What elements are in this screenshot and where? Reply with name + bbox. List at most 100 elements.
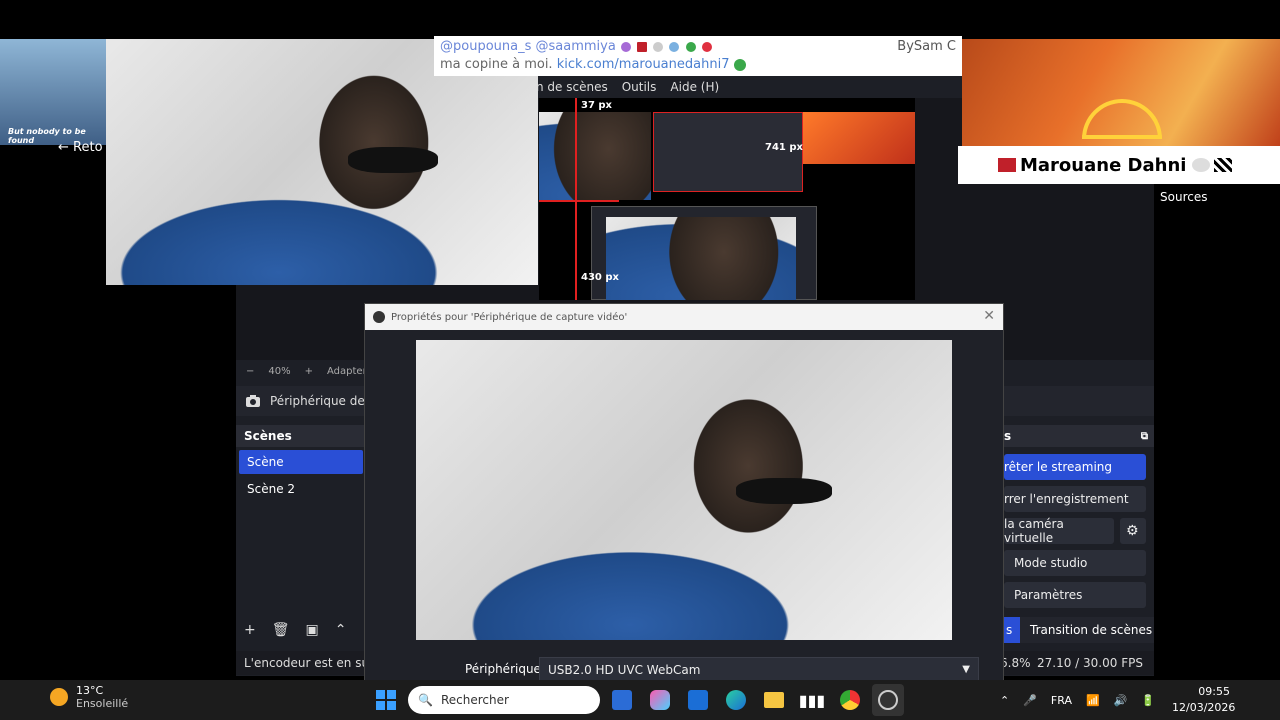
preview-canvas[interactable]: 37 px 741 px 430 px (539, 98, 915, 300)
zoom-in-button[interactable]: + (305, 366, 313, 377)
menu-help[interactable]: Aide (H) (670, 80, 719, 94)
folder-icon (764, 692, 784, 708)
add-scene-button[interactable]: + (244, 622, 256, 638)
copilot-icon (650, 690, 670, 710)
microphone-icon[interactable]: 🎤 (1023, 694, 1037, 707)
ruler-label-top: 37 px (581, 100, 613, 111)
taskbar: 13°C Ensoleillé 🔍 Rechercher ▮▮▮ ⌃ 🎤 FRA… (0, 680, 1280, 720)
dialog-title: Propriétés pour 'Périphérique de capture… (391, 311, 628, 323)
ring-icon (1192, 158, 1211, 172)
heart-icon (620, 41, 631, 52)
sunglasses-shape (736, 478, 832, 504)
undock-icon[interactable]: ⧉ (1141, 431, 1148, 442)
stop-streaming-button[interactable]: rêter le streaming (1004, 454, 1146, 480)
nested-dialog-webcam (606, 217, 796, 300)
sources-label: Sources (1160, 190, 1208, 204)
copilot-button[interactable] (644, 684, 676, 716)
transition-tabs: s Transition de scènes (1004, 617, 1154, 643)
ring-icon (653, 41, 664, 52)
app-square-icon (612, 690, 632, 710)
camera-icon (246, 395, 260, 407)
battery-icon[interactable]: 🔋 (1141, 694, 1155, 707)
chat-line-1: @poupouna_s @saammiya BySam C (440, 38, 956, 56)
video-thumb-topleft: But nobody to be found (0, 39, 106, 145)
chrome-button[interactable] (834, 684, 866, 716)
nested-webcam-feed (539, 112, 651, 200)
wifi-icon[interactable]: 📶 (1086, 694, 1100, 707)
red-guide-horizontal (539, 200, 619, 202)
file-explorer-button[interactable] (758, 684, 790, 716)
obs-icon (878, 690, 898, 710)
fps-readout: 27.10 / 30.00 FPS (1037, 656, 1143, 670)
start-recording-label: rrer l'enregistrement (1004, 492, 1129, 506)
chat-handles: @poupouna_s @saammiya (440, 39, 616, 54)
chevron-down-icon: ▼ (962, 664, 970, 675)
chat-suffix: BySam C (897, 39, 956, 54)
menu-scenes[interactable]: n de scènes (536, 80, 608, 94)
edge-button[interactable] (720, 684, 752, 716)
chat-link[interactable]: kick.com/marouanedahni7 (557, 57, 730, 72)
zoom-out-button[interactable]: − (246, 366, 254, 377)
taskbar-search[interactable]: 🔍 Rechercher (408, 686, 600, 714)
virtual-camera-button[interactable]: la caméra virtuelle (1004, 517, 1114, 545)
device-select-value: USB2.0 HD UVC WebCam (548, 663, 701, 677)
back-arrow-icon: ← (58, 140, 69, 155)
sunglasses-shape (348, 147, 438, 173)
filter-icon[interactable]: ▣ (306, 622, 319, 638)
search-icon: 🔍 (418, 693, 433, 707)
virtual-camera-settings-button[interactable]: ⚙ (1120, 518, 1146, 544)
back-link[interactable]: ← Reto (58, 140, 103, 155)
stop-streaming-label: rêter le streaming (1004, 460, 1113, 474)
app-icon-1[interactable] (606, 684, 638, 716)
flag-icon (637, 41, 648, 52)
cpu-usage: 6.8% (1000, 656, 1031, 670)
chat-text: ma copine à moi. (440, 57, 553, 72)
trash-icon[interactable]: 🗑 (272, 622, 290, 638)
streamer-name: Marouane Dahni (1020, 154, 1187, 176)
studio-mode-button[interactable]: Mode studio (1004, 550, 1146, 576)
webcam-preview (416, 340, 952, 640)
clock[interactable]: 09:55 12/03/2026 (1172, 684, 1236, 716)
settings-label: Paramètres (1014, 588, 1083, 602)
outlook-button[interactable] (682, 684, 714, 716)
tab-transitions[interactable]: Transition de scènes (1020, 617, 1154, 643)
clock-date: 12/03/2026 (1172, 701, 1236, 714)
weather-temp: 13°C (76, 684, 104, 697)
scenes-dock-title: Scènes (236, 425, 366, 447)
close-icon[interactable]: ✕ (983, 308, 995, 324)
volume-icon[interactable]: 🔊 (1114, 694, 1128, 707)
chevron-up-icon[interactable]: ⌃ (1000, 694, 1009, 707)
scene-item-label: Scène (247, 455, 284, 469)
scene-item[interactable]: Scène 2 (239, 477, 363, 501)
settings-button[interactable]: Paramètres (1004, 582, 1146, 608)
controls-dock-title: s ⧉ (1004, 425, 1154, 447)
scene-item-active[interactable]: Scène (239, 450, 363, 474)
back-label: Reto (73, 140, 103, 155)
ruler-label-right: 741 px (765, 142, 803, 153)
chat-overlay: @poupouna_s @saammiya BySam C ma copine … (434, 36, 962, 76)
tab-controls[interactable]: s (1004, 617, 1020, 643)
heart-icon (685, 41, 696, 52)
system-tray: ⌃ 🎤 FRA 📶 🔊 🔋 (1000, 680, 1155, 720)
audio-app-button[interactable]: ▮▮▮ (796, 684, 828, 716)
heart-icon (701, 41, 712, 52)
name-banner: Marouane Dahni (958, 146, 1280, 184)
obs-button[interactable] (872, 684, 904, 716)
start-recording-button[interactable]: rrer l'enregistrement (1004, 486, 1146, 512)
weather-widget[interactable]: 13°C Ensoleillé (50, 684, 128, 710)
nested-dialog (591, 206, 817, 300)
menu-tools[interactable]: Outils (622, 80, 657, 94)
gear-icon: ⚙ (1126, 523, 1139, 539)
search-placeholder: Rechercher (440, 693, 509, 707)
windows-start-button[interactable] (370, 684, 402, 716)
screen: n de scènes Outils Aide (H) 37 px 741 px… (0, 0, 1280, 720)
weather-text: 13°C Ensoleillé (76, 684, 128, 710)
video-overlay-topright (962, 39, 1280, 146)
studio-mode-label: Mode studio (1014, 556, 1088, 570)
clock-time: 09:55 (1198, 685, 1230, 698)
move-up-button[interactable]: ⌃ (335, 622, 347, 638)
equalizer-icon: ▮▮▮ (798, 690, 826, 710)
language-indicator[interactable]: FRA (1051, 694, 1072, 707)
flag-icon (998, 158, 1016, 172)
ruler-label-bottom: 430 px (581, 272, 619, 283)
